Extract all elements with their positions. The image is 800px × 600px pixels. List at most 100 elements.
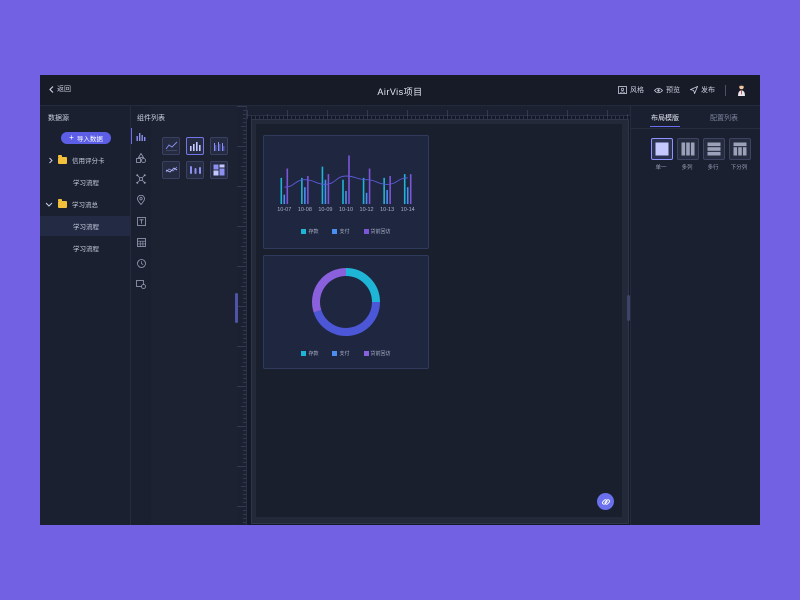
link-icon <box>601 498 610 505</box>
network-icon <box>136 174 146 184</box>
legend-item: 支付 <box>332 350 350 357</box>
bar <box>342 179 344 204</box>
bar <box>280 177 283 204</box>
layout-label: 单一 <box>655 165 667 171</box>
grid-thumb[interactable] <box>210 161 228 179</box>
x-tick-label: 10-12 <box>360 207 374 213</box>
text-category[interactable] <box>135 215 147 227</box>
artboard[interactable]: 10-07 10-08 10-09 10-10 10-12 10-13 10-14 存款 支… <box>251 119 629 524</box>
tree-item[interactable]: 学习流程 <box>40 238 130 258</box>
import-data-button[interactable]: + 导入数据 <box>61 132 111 144</box>
legend-item: 贷前回访 <box>363 228 391 235</box>
layout-multi-row[interactable] <box>703 138 725 160</box>
import-label: 导入数据 <box>76 136 103 143</box>
bar <box>301 177 303 204</box>
media-category[interactable] <box>135 278 147 290</box>
shapes-category[interactable] <box>135 152 147 164</box>
trend-line <box>284 175 408 188</box>
donut-chart-card[interactable]: 存款 支付 贷前回访 <box>263 255 429 369</box>
layout-single[interactable] <box>651 138 673 160</box>
tree-folder-learning[interactable]: 学习流总 <box>40 194 130 214</box>
donut-slice <box>312 268 347 313</box>
left-resize-handle[interactable] <box>235 293 238 323</box>
legend-label: 支付 <box>339 229 350 235</box>
panel-title: 数据源 <box>48 115 69 122</box>
divider <box>631 128 760 129</box>
active-indicator <box>131 128 132 144</box>
properties-panel: 布局模版 配置列表 单一 多列 多行 下分列 <box>630 106 760 525</box>
table-category[interactable] <box>135 236 147 248</box>
vertical-ruler <box>237 106 247 525</box>
component-list-panel: 组件列表 <box>137 106 237 525</box>
component-category-rail <box>131 106 152 525</box>
tree-item-selected[interactable]: 学习流程 <box>40 216 130 236</box>
x-tick-label: 10-08 <box>298 207 312 213</box>
horizontal-ruler <box>247 106 630 119</box>
map-category[interactable] <box>135 194 147 206</box>
donut-slice <box>345 268 380 303</box>
tree-folder-credit[interactable]: 信用评分卡 <box>40 150 130 170</box>
multi-line-thumb[interactable] <box>162 161 180 179</box>
bar-chart-category[interactable] <box>135 130 147 142</box>
bar <box>327 174 330 204</box>
layout-label: 多行 <box>707 165 719 171</box>
split-layout-icon <box>733 142 747 156</box>
page-surface: 10-07 10-08 10-09 10-10 10-12 10-13 10-14 存款 支… <box>256 124 622 517</box>
app-window: 返回 AirVis项目 风格 预览 发布 数据源 + 导入数据 信用评分卡 学习… <box>40 75 760 525</box>
preview-button[interactable]: 预览 <box>654 85 680 95</box>
layout-multi-column[interactable] <box>677 138 699 160</box>
design-canvas[interactable]: 10-07 10-08 10-09 10-10 10-12 10-13 10-14 存款 支… <box>237 106 630 525</box>
user-avatar-icon <box>737 84 745 96</box>
x-tick-label: 10-09 <box>318 207 332 213</box>
bar <box>321 166 324 204</box>
tree-label: 学习流程 <box>73 224 99 231</box>
folder-icon <box>58 154 67 164</box>
bar <box>286 168 289 204</box>
relation-category[interactable] <box>135 173 147 185</box>
capsule-bar-thumb[interactable] <box>186 161 204 179</box>
x-tick-label: 10-10 <box>339 207 353 213</box>
line-chart-icon <box>165 141 177 151</box>
legend-item: 贷前回访 <box>363 350 391 357</box>
multi-line-chart-icon <box>165 166 177 173</box>
bar <box>389 176 391 204</box>
tab-config-list[interactable]: 配置列表 <box>710 113 738 123</box>
data-source-panel: 数据源 + 导入数据 信用评分卡 学习流程 学习流总 学习流程 学习流程 <box>40 106 131 525</box>
layout-bottom-split[interactable] <box>729 138 751 160</box>
tree-item[interactable]: 学习流程 <box>40 172 130 192</box>
rows-layout-icon <box>707 142 721 156</box>
line-chart-thumb[interactable] <box>162 137 180 155</box>
bar <box>383 177 385 204</box>
folder-icon <box>58 198 67 208</box>
layout-label: 下分列 <box>730 165 748 171</box>
link-fab-button[interactable] <box>597 493 614 510</box>
tree-label: 学习流总 <box>72 202 98 209</box>
bar-chart-card[interactable]: 10-07 10-08 10-09 10-10 10-12 10-13 10-14 存款 支… <box>263 135 429 249</box>
bar-chart-icon <box>136 132 146 141</box>
layout-label: 多列 <box>681 165 693 171</box>
bar <box>362 177 365 204</box>
chevron-down-icon <box>45 202 53 207</box>
single-layout-icon <box>655 142 669 156</box>
bar-chart-thumb[interactable] <box>186 137 204 155</box>
top-bar: 返回 AirVis项目 风格 预览 发布 <box>40 75 760 106</box>
style-label: 风格 <box>630 87 644 94</box>
avatar[interactable] <box>736 84 746 96</box>
bar <box>365 192 368 204</box>
time-category[interactable] <box>135 257 147 269</box>
location-icon <box>137 195 145 205</box>
publish-button[interactable]: 发布 <box>690 85 715 95</box>
style-button[interactable]: 风格 <box>618 85 644 95</box>
tab-layout-template[interactable]: 布局模版 <box>651 113 679 123</box>
bar <box>324 179 327 204</box>
bar <box>406 187 409 204</box>
shapes-icon <box>136 153 146 163</box>
bar <box>283 194 286 204</box>
preview-label: 预览 <box>666 87 680 94</box>
bar <box>409 174 412 204</box>
table-icon <box>136 237 146 247</box>
bar <box>368 168 371 204</box>
x-tick-label: 10-14 <box>401 207 415 213</box>
grouped-bar-thumb[interactable] <box>210 137 228 155</box>
legend-item: 支付 <box>332 228 350 235</box>
